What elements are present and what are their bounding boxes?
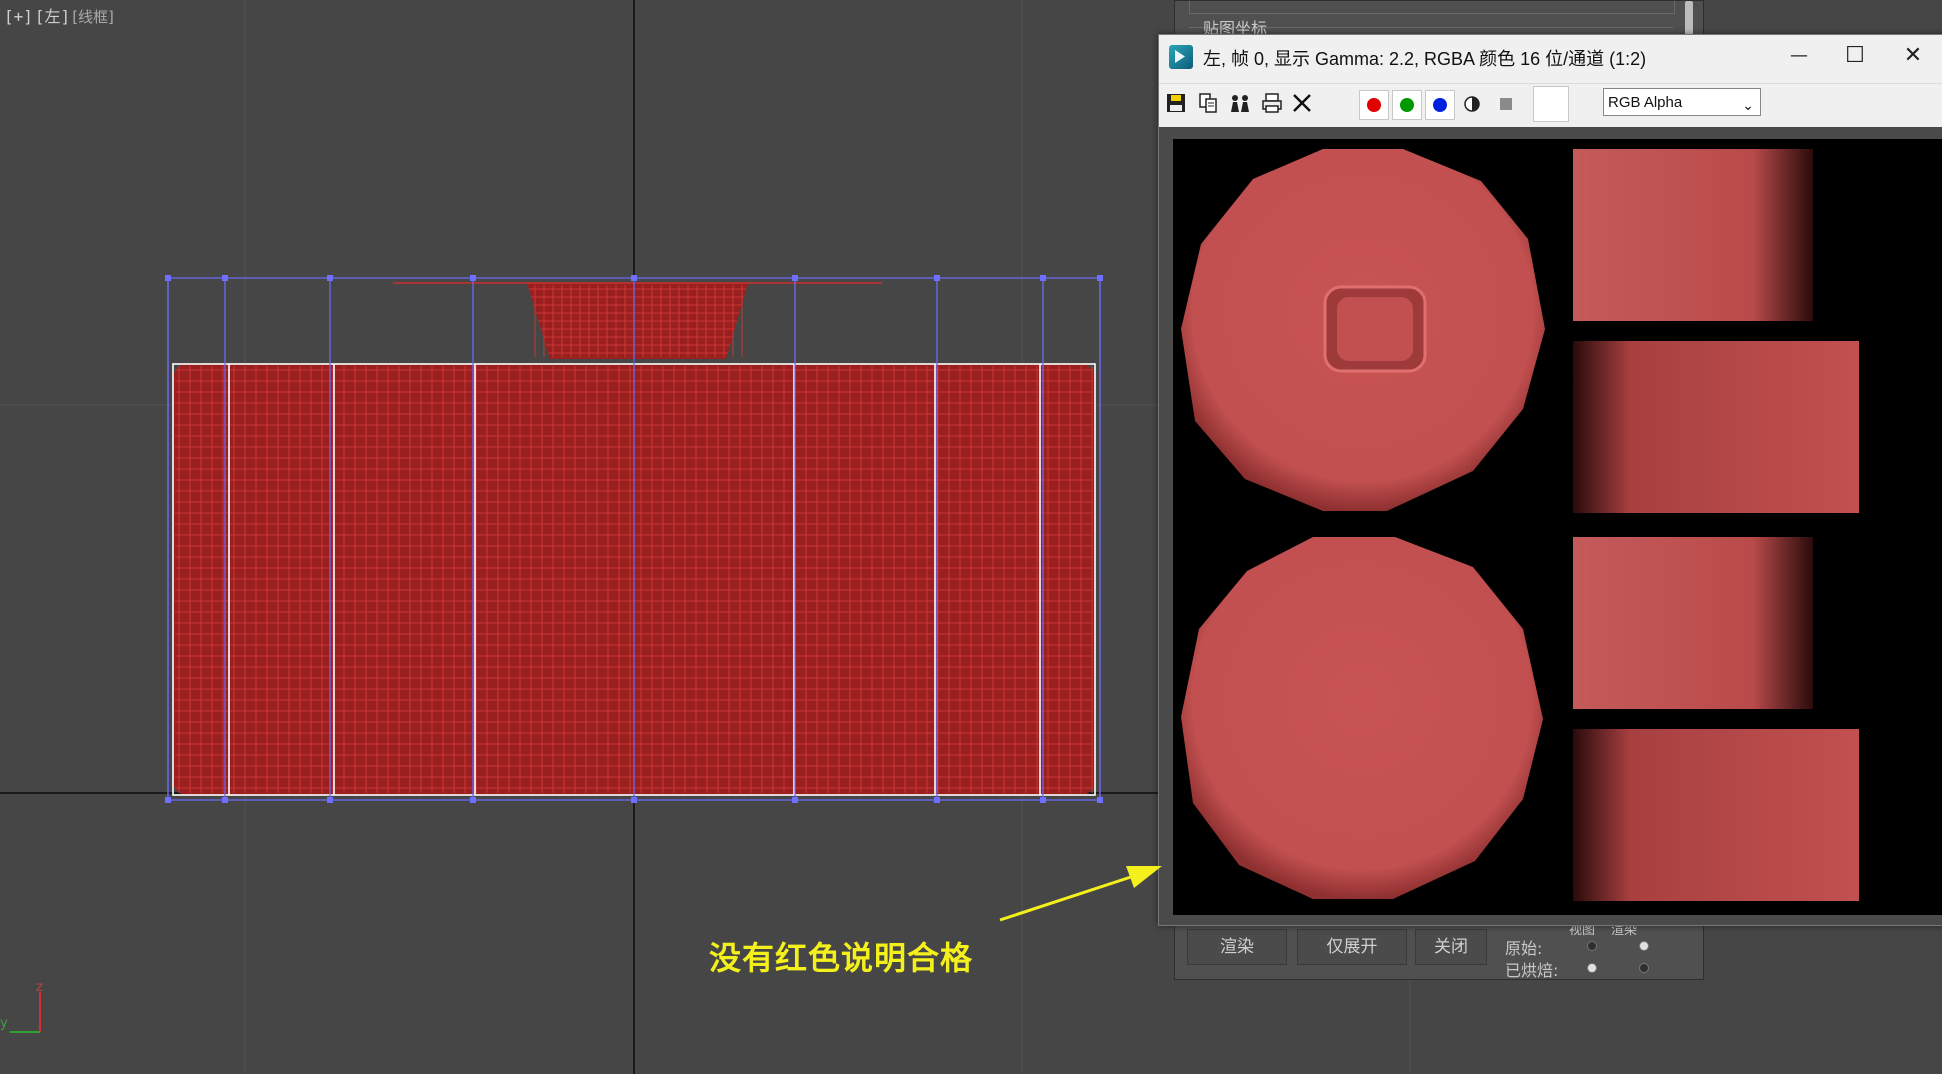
annotation-arrow-icon (999, 866, 1162, 922)
annotation-text: 没有红色说明合格 (709, 939, 974, 977)
